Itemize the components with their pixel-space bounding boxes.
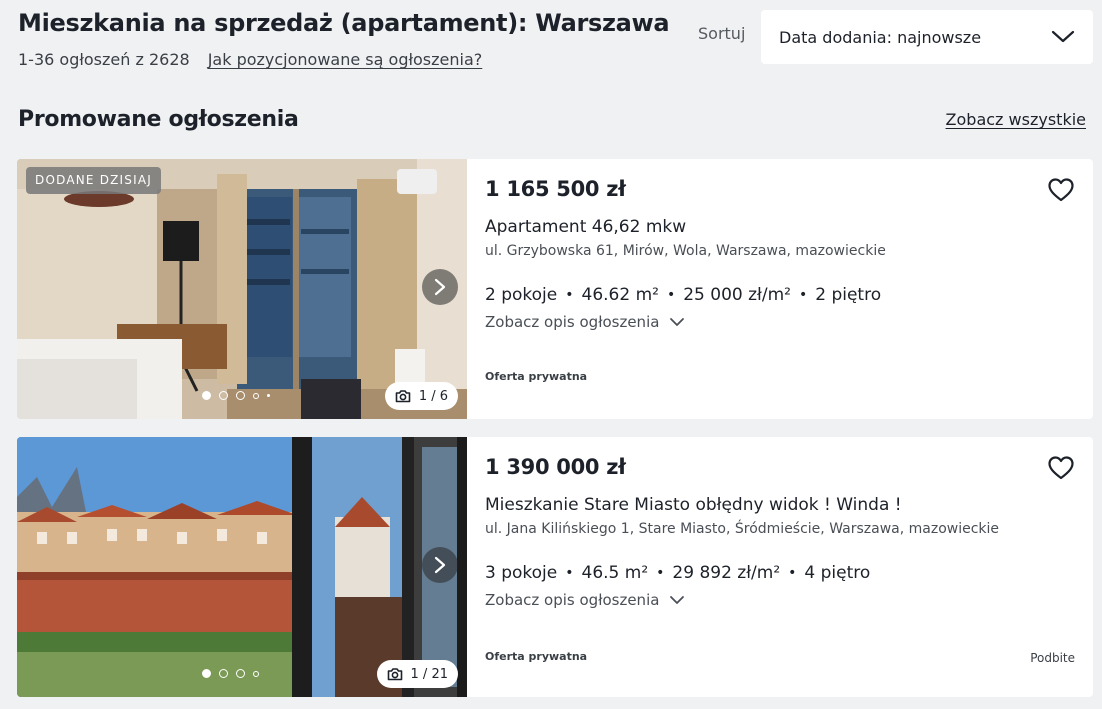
listing-address: ul. Jana Kilińskiego 1, Stare Miasto, Śr… [485,521,1000,537]
listing-title[interactable]: Apartament 46,62 mkw [485,217,1075,237]
chevron-right-icon [434,556,446,574]
separator: • [565,565,574,581]
show-description-toggle[interactable]: Zobacz opis ogłoszenia [485,591,1075,609]
photo-counter-text: 1 / 6 [418,388,448,404]
listing-card[interactable]: 1 / 21 1 390 000 zł Mieszkanie Stare Mia… [17,437,1093,697]
listing-info: 1 390 000 zł Mieszkanie Stare Miasto obł… [467,437,1093,697]
photo-counter: 1 / 21 [376,660,458,688]
section-title: Promowane ogłoszenia [18,107,299,132]
page-title: Mieszkania na sprzedaż (apartament): War… [18,9,670,37]
listing-params: 2 pokoje • 46.62 m² • 25 000 zł/m² • 2 p… [485,285,1075,305]
dot[interactable] [219,669,228,678]
old-town-view-photo [17,437,467,697]
param-price-per-m: 29 892 zł/m² [672,563,781,583]
show-description-label: Zobacz opis ogłoszenia [485,313,660,331]
param-rooms: 2 pokoje [485,285,558,305]
added-today-badge: DODANE DZISIAJ [26,167,162,194]
next-photo-button[interactable] [422,269,458,305]
chevron-down-icon [670,318,685,326]
offer-type: Oferta prywatna [485,650,588,663]
param-floor: 2 piętro [815,285,882,305]
offer-type: Oferta prywatna [485,370,588,383]
param-price-per-m: 25 000 zł/m² [683,285,791,305]
listing-params: 3 pokoje • 46.5 m² • 29 892 zł/m² • 4 pi… [485,563,1075,583]
listing-title[interactable]: Mieszkanie Stare Miasto obłędny widok ! … [485,495,1075,515]
show-description-toggle[interactable]: Zobacz opis ogłoszenia [485,313,1075,331]
chevron-right-icon [434,278,446,296]
dot[interactable] [253,392,259,399]
listing-address: ul. Grzybowska 61, Mirów, Wola, Warszawa… [485,243,886,259]
photo-counter: 1 / 6 [384,382,458,410]
separator: • [656,565,665,581]
chevron-down-icon [1051,30,1075,43]
show-description-label: Zobacz opis ogłoszenia [485,591,660,609]
camera-icon [395,390,411,403]
see-all-link[interactable]: Zobacz wszystkie [946,110,1086,129]
dot[interactable] [219,391,228,400]
listing-photo[interactable]: 1 / 21 [17,437,467,697]
sort-label: Sortuj [698,24,746,43]
photo-dots [202,391,270,400]
sort-dropdown[interactable]: Data dodania: najnowsze [761,10,1093,64]
apartment-interior-photo [17,159,467,419]
dot[interactable] [202,669,211,678]
ranking-info-link[interactable]: Jak pozycjonowane są ogłoszenia? [208,50,483,69]
param-rooms: 3 pokoje [485,563,558,583]
heart-icon[interactable] [1047,176,1075,204]
param-area: 46.5 m² [581,563,649,583]
dot[interactable] [202,391,211,400]
param-floor: 4 piętro [804,563,871,583]
listing-photo[interactable]: DODANE DZISIAJ 1 / 6 [17,159,467,419]
bumped-label: Podbite [1030,651,1075,665]
param-area: 46.62 m² [581,285,659,305]
dot[interactable] [236,669,245,678]
dot[interactable] [253,670,259,677]
heart-icon[interactable] [1047,454,1075,482]
listing-info: 1 165 500 zł Apartament 46,62 mkw ul. Gr… [467,159,1093,419]
photo-dots [202,669,259,678]
separator: • [788,565,797,581]
dot[interactable] [236,391,245,400]
separator: • [798,287,808,303]
listing-price: 1 165 500 zł [485,177,626,201]
sort-value: Data dodania: najnowsze [779,27,982,47]
separator: • [666,287,676,303]
results-count: 1-36 ogłoszeń z 2628 [18,50,190,69]
listing-price: 1 390 000 zł [485,455,626,479]
camera-icon [387,668,402,681]
results-info: 1-36 ogłoszeń z 2628 Jak pozycjonowane s… [18,50,482,69]
chevron-down-icon [670,596,685,604]
dot[interactable] [267,394,270,397]
separator: • [565,287,574,303]
photo-counter-text: 1 / 21 [410,666,448,682]
listing-card[interactable]: DODANE DZISIAJ 1 / 6 1 165 500 zł Aparta… [17,159,1093,419]
next-photo-button[interactable] [422,547,458,583]
